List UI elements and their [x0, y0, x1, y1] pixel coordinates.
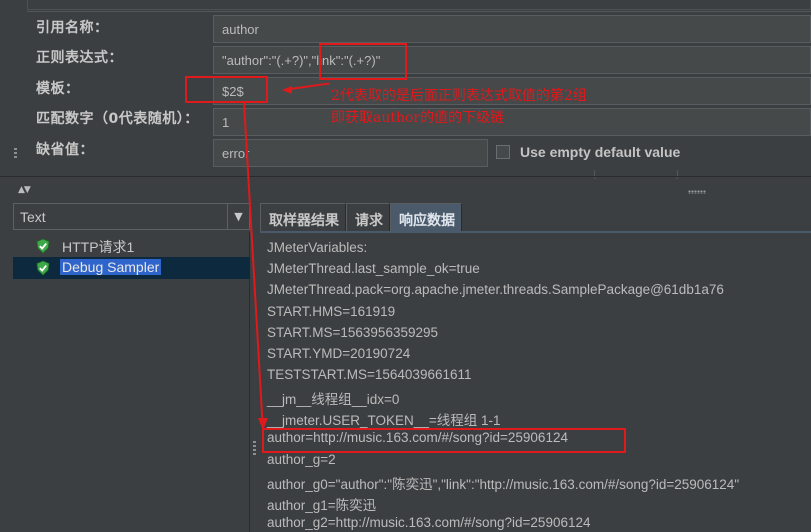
- use-empty-default-checkbox[interactable]: [496, 145, 510, 159]
- response-line: TESTSTART.MS=1564039661611: [267, 367, 472, 382]
- response-line: author_g1=陈奕迅: [267, 498, 377, 513]
- response-line: JMeterVariables:: [267, 240, 368, 255]
- response-line: START.YMD=20190724: [267, 346, 411, 361]
- response-line: START.HMS=161919: [267, 304, 396, 319]
- response-line: JMeterThread.last_sample_ok=true: [267, 261, 480, 276]
- renderer-dropdown[interactable]: Text ▼: [13, 203, 250, 230]
- regex-input[interactable]: "author":"(.+?)","link":"(.+?)": [213, 46, 811, 74]
- chevron-down-icon[interactable]: ▼: [227, 204, 249, 229]
- vertical-splitter[interactable]: [250, 201, 260, 532]
- default-value-label: 缺省值：: [36, 142, 94, 158]
- annotation-arrowhead-icon: [282, 86, 292, 94]
- splitter-grip-icon[interactable]: [688, 190, 706, 194]
- ref-name-label: 引用名称：: [36, 20, 109, 36]
- result-arrowhead-icon: [258, 418, 268, 430]
- resize-grip-icon[interactable]: [14, 148, 17, 158]
- tab-response-data[interactable]: 响应数据: [390, 203, 462, 232]
- response-line: START.MS=1563956359295: [267, 325, 438, 340]
- response-line: author_g0="author":"陈奕迅","link":"http://…: [267, 477, 740, 492]
- success-shield-icon: [36, 260, 50, 276]
- match-no-input[interactable]: 1: [213, 108, 811, 136]
- match-no-label: 匹配数字（0代表随机）：: [36, 111, 199, 127]
- success-shield-icon: [36, 238, 50, 254]
- response-line: author_g=2: [267, 452, 336, 467]
- panel-divider: [0, 176, 811, 177]
- tree-item-debug-sampler[interactable]: Debug Sampler: [13, 257, 250, 279]
- response-text-area[interactable]: JMeterVariables: JMeterThread.last_sampl…: [261, 233, 811, 532]
- tab-request[interactable]: 请求: [346, 203, 390, 232]
- tree-item-http-request[interactable]: HTTP请求1: [13, 235, 250, 257]
- renderer-selected-value: Text: [20, 209, 46, 225]
- template-label: 模板：: [36, 81, 80, 97]
- response-line: __jm__线程组__idx=0: [267, 392, 400, 407]
- splitter-arrows-icon[interactable]: ▲▼: [18, 185, 31, 195]
- top-border-inner: [27, 0, 811, 10]
- result-tabs: 取样器结果 请求 响应数据: [260, 203, 462, 232]
- response-line: author_g2=http://music.163.com/#/song?id…: [267, 515, 591, 530]
- annotation-note-line1: 2代表取的是后面正则表达式取值的第2组: [331, 88, 587, 104]
- results-tree: HTTP请求1 Debug Sampler: [13, 232, 250, 532]
- top-border: [27, 0, 811, 12]
- response-line: __jmeter.USER_TOKEN__=线程组 1-1: [267, 413, 501, 428]
- annotation-note-line2: 即获取author的值的下级链: [331, 110, 505, 126]
- vertical-resize-grip-icon[interactable]: [253, 441, 256, 455]
- tab-sampler-result[interactable]: 取样器结果: [260, 203, 346, 232]
- tree-item-label: HTTP请求1: [62, 239, 135, 255]
- response-line: JMeterThread.pack=org.apache.jmeter.thre…: [267, 282, 724, 297]
- use-empty-default-label: Use empty default value: [520, 144, 681, 160]
- use-empty-default-row[interactable]: Use empty default value: [496, 144, 680, 160]
- response-line-author: author=http://music.163.com/#/song?id=25…: [267, 430, 568, 445]
- regex-label: 正则表达式：: [36, 50, 123, 66]
- default-value-input[interactable]: error: [213, 139, 488, 167]
- ref-name-input[interactable]: author: [213, 15, 811, 43]
- tree-item-label: Debug Sampler: [60, 259, 162, 275]
